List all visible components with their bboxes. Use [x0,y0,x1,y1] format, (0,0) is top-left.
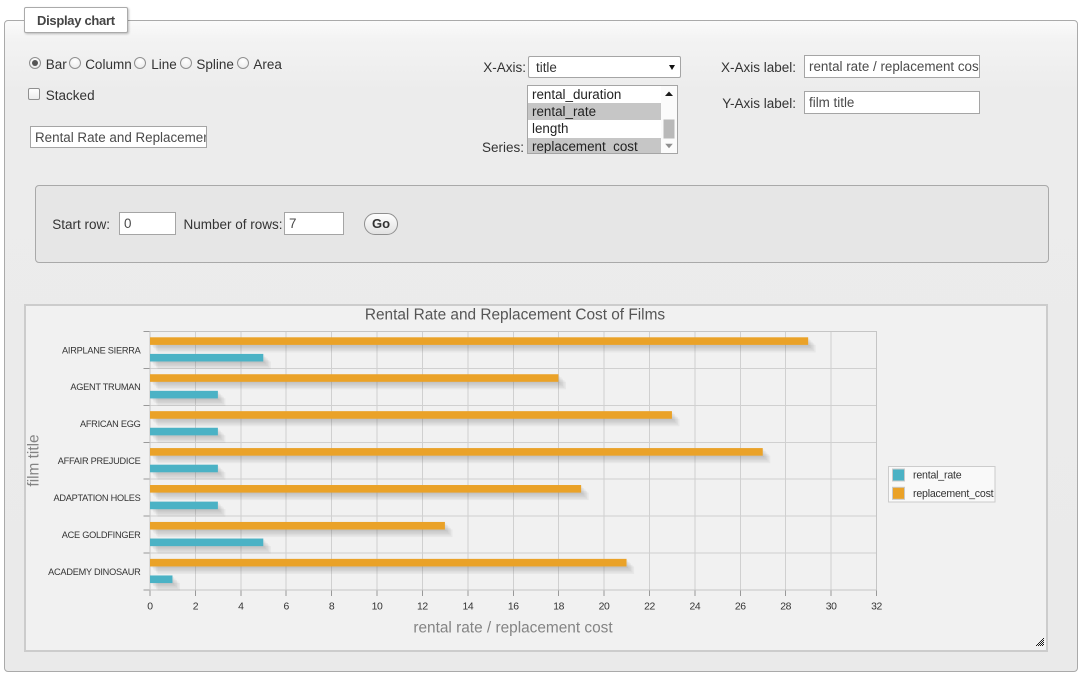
svg-text:30: 30 [826,602,837,613]
svg-text:18: 18 [553,602,564,613]
svg-text:14: 14 [462,602,473,613]
svg-text:ADAPTATION HOLES: ADAPTATION HOLES [53,493,140,503]
svg-text:AGENT TRUMAN: AGENT TRUMAN [70,382,140,392]
svg-text:2: 2 [193,602,199,613]
svg-text:AFRICAN EGG: AFRICAN EGG [80,419,141,429]
svg-text:6: 6 [284,602,290,613]
svg-text:rental_rate: rental_rate [913,470,962,482]
svg-text:12: 12 [417,602,428,613]
svg-text:replacement_cost: replacement_cost [913,488,994,500]
svg-text:8: 8 [329,602,335,613]
svg-text:0: 0 [147,602,153,613]
svg-text:ACADEMY DINOSAUR: ACADEMY DINOSAUR [48,567,141,577]
svg-text:24: 24 [689,602,700,613]
svg-text:10: 10 [372,602,383,613]
svg-text:film title: film title [26,434,43,486]
svg-text:AIRPLANE SIERRA: AIRPLANE SIERRA [62,345,142,355]
svg-text:22: 22 [644,602,655,613]
svg-text:AFFAIR PREJUDICE: AFFAIR PREJUDICE [58,456,141,466]
svg-text:16: 16 [508,602,519,613]
svg-text:Rental Rate and Replacement Co: Rental Rate and Replacement Cost of Film… [365,307,666,324]
svg-text:20: 20 [599,602,610,613]
svg-text:28: 28 [780,602,791,613]
svg-text:32: 32 [871,602,882,613]
svg-text:rental rate / replacement cost: rental rate / replacement cost [413,620,613,637]
svg-text:ACE GOLDFINGER: ACE GOLDFINGER [62,530,141,540]
svg-text:4: 4 [238,602,244,613]
svg-text:26: 26 [735,602,746,613]
